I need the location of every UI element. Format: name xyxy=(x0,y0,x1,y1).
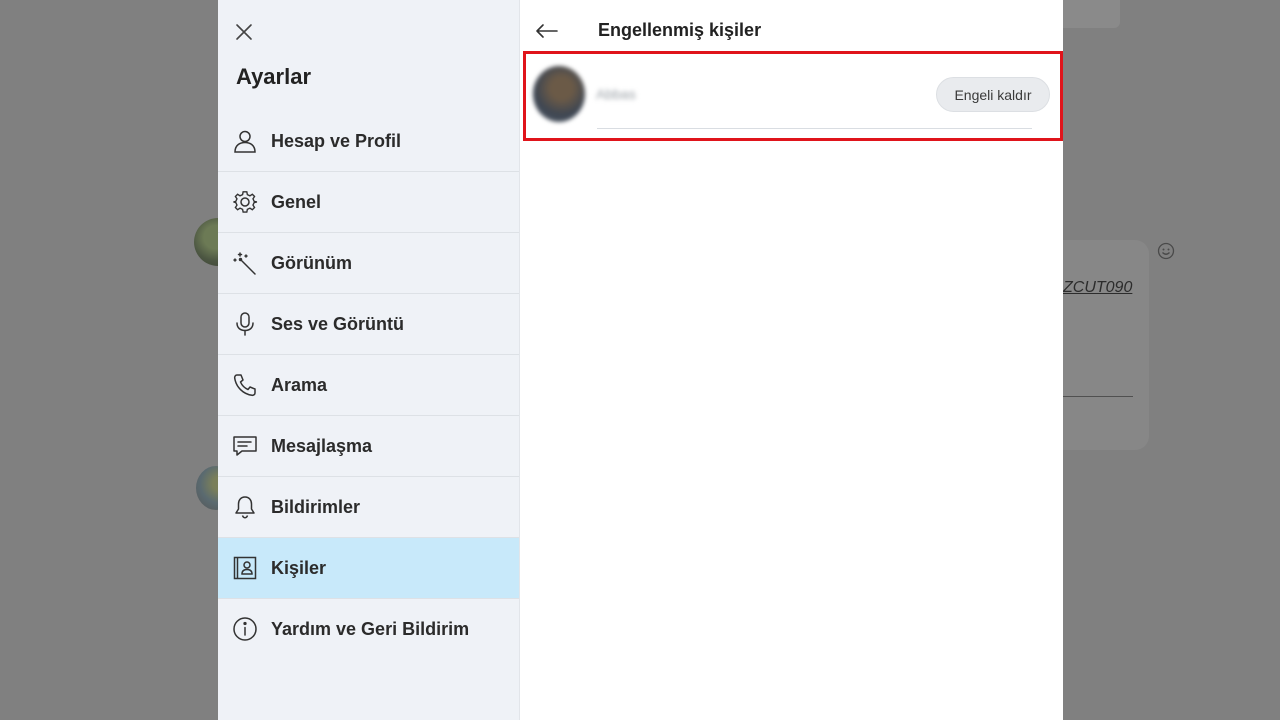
bell-icon xyxy=(231,493,259,521)
nav-item-contacts[interactable]: Kişiler xyxy=(218,538,519,599)
nav-item-messaging[interactable]: Mesajlaşma xyxy=(218,416,519,477)
nav-item-general[interactable]: Genel xyxy=(218,172,519,233)
phone-icon xyxy=(231,371,259,399)
back-button[interactable] xyxy=(534,18,560,44)
blocked-contacts-panel: Engellenmiş kişiler Abbas Engeli kaldır xyxy=(520,0,1063,720)
contact-name: Abbas xyxy=(596,86,636,102)
nav-item-label: Genel xyxy=(271,191,322,212)
settings-title: Ayarlar xyxy=(236,64,312,89)
settings-sidebar: Ayarlar Hesap ve Profil Genel Görünüm Se… xyxy=(218,0,520,720)
settings-dialog: Ayarlar Hesap ve Profil Genel Görünüm Se… xyxy=(218,0,1063,720)
background-divider xyxy=(1063,396,1133,397)
nav-item-help-feedback[interactable]: Yardım ve Geri Bildirim xyxy=(218,599,519,659)
nav-item-label: Arama xyxy=(271,374,328,395)
nav-item-appearance[interactable]: Görünüm xyxy=(218,233,519,294)
divider xyxy=(597,128,1032,129)
close-icon xyxy=(236,24,252,40)
magic-wand-icon xyxy=(231,249,259,277)
background-link-text: ZCUT090 xyxy=(1063,279,1133,296)
emoji-icon xyxy=(1157,242,1175,260)
highlight-box: Abbas Engeli kaldır xyxy=(523,51,1063,141)
nav-item-label: Bildirimler xyxy=(271,496,361,517)
nav-item-label: Yardım ve Geri Bildirim xyxy=(271,618,470,639)
avatar xyxy=(533,66,585,122)
person-icon xyxy=(231,127,259,155)
arrow-left-icon xyxy=(536,24,558,38)
nav-item-label: Kişiler xyxy=(271,557,327,578)
close-button[interactable] xyxy=(232,20,256,44)
nav-item-account-profile[interactable]: Hesap ve Profil xyxy=(218,111,519,172)
blocked-contact-row: Abbas Engeli kaldır xyxy=(526,54,1060,138)
page-title: Engellenmiş kişiler xyxy=(598,20,762,40)
info-icon xyxy=(231,615,259,643)
background-message-bubble xyxy=(1063,240,1149,450)
nav-item-calling[interactable]: Arama xyxy=(218,355,519,416)
gear-icon xyxy=(231,188,259,216)
unblock-button[interactable]: Engeli kaldır xyxy=(936,77,1050,112)
nav-item-notifications[interactable]: Bildirimler xyxy=(218,477,519,538)
nav-item-audio-video[interactable]: Ses ve Görüntü xyxy=(218,294,519,355)
chat-icon xyxy=(231,432,259,460)
nav-item-label: Ses ve Görüntü xyxy=(271,313,405,334)
microphone-icon xyxy=(231,310,259,338)
settings-nav: Hesap ve Profil Genel Görünüm Ses ve Gör… xyxy=(218,111,519,659)
nav-item-label: Mesajlaşma xyxy=(271,435,373,456)
contact-card-icon xyxy=(231,554,259,582)
nav-item-label: Görünüm xyxy=(271,252,352,273)
nav-item-label: Hesap ve Profil xyxy=(271,130,402,151)
